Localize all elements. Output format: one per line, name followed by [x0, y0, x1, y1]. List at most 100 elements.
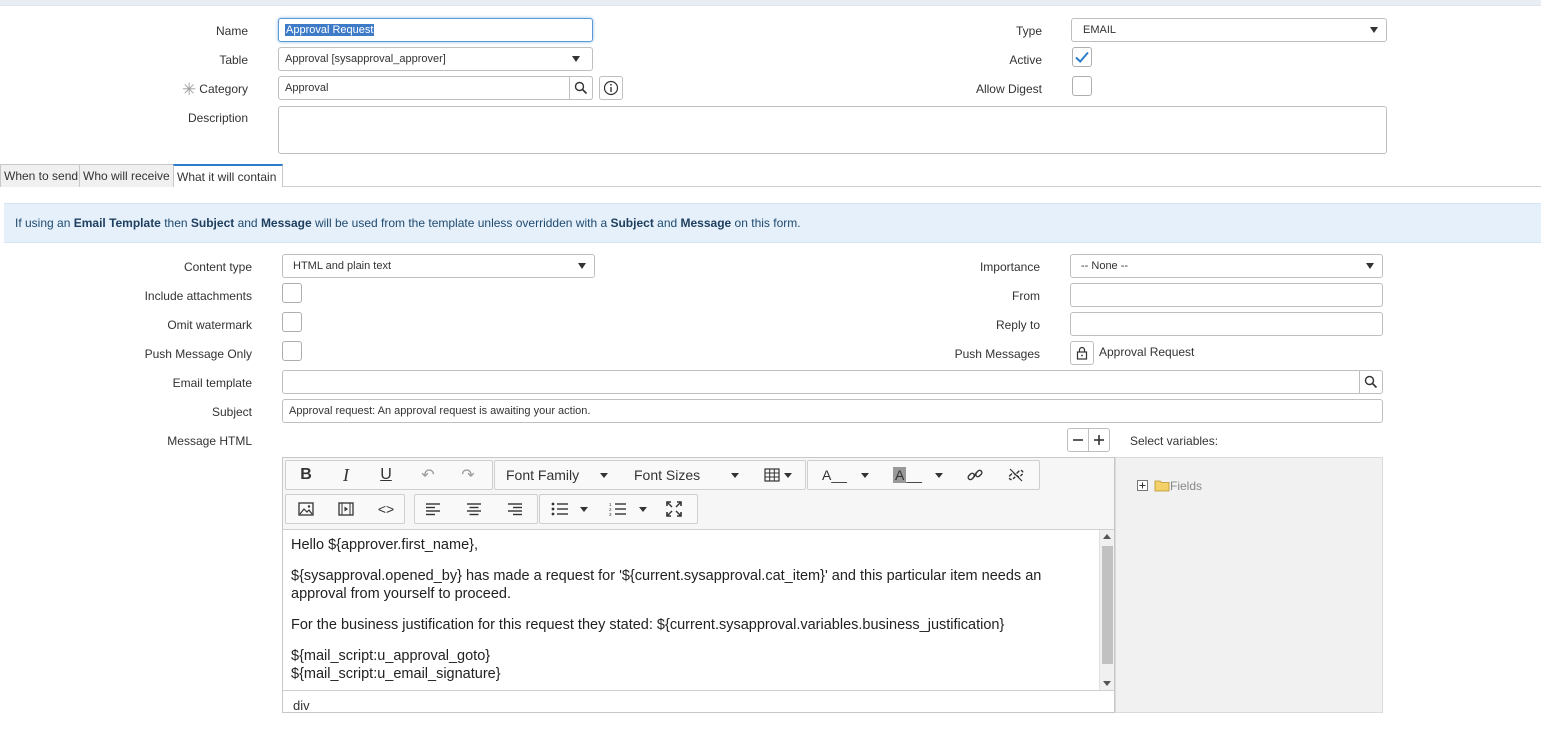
plus-icon: [1094, 435, 1104, 445]
editor-content-area[interactable]: Hello ${approver.first_name}, ${sysappro…: [283, 530, 1098, 690]
importance-select-value: -- None --: [1081, 260, 1129, 272]
tab-what-it-will-contain[interactable]: What it will contain: [173, 164, 283, 187]
active-label: Active: [1009, 53, 1042, 67]
allow-digest-label: Allow Digest: [975, 82, 1042, 96]
active-checkbox[interactable]: [1072, 47, 1092, 67]
chevron-down-icon: [784, 472, 792, 478]
importance-select[interactable]: -- None --: [1070, 254, 1383, 278]
push-messages-label: Push Messages: [954, 347, 1040, 361]
image-icon[interactable]: [292, 495, 320, 523]
editor-paragraph: For the business justification for this …: [291, 617, 1005, 633]
email-template-input[interactable]: [282, 370, 1360, 394]
info-text: and: [653, 216, 681, 230]
info-banner: If using an Email Template then Subject …: [4, 203, 1541, 243]
category-input[interactable]: Approval: [278, 76, 593, 100]
omit-watermark-label: Omit watermark: [167, 318, 252, 332]
collapse-editor-button[interactable]: [1067, 428, 1089, 452]
chevron-down-icon: [600, 473, 608, 478]
chevron-down-icon: [1370, 27, 1378, 33]
bold-icon[interactable]: B: [292, 461, 320, 489]
category-input-value: Approval: [285, 82, 329, 94]
table-icon[interactable]: [761, 461, 795, 489]
list-group: 123: [539, 494, 698, 524]
select-variables-label: Select variables:: [1130, 434, 1219, 448]
chevron-down-icon: [935, 473, 943, 478]
text-color-button[interactable]: A__: [822, 461, 847, 489]
bullet-list-icon[interactable]: [546, 495, 574, 523]
scrollbar-thumb[interactable]: [1102, 546, 1113, 664]
subject-label: Subject: [211, 405, 252, 419]
include-attachments-checkbox[interactable]: [282, 283, 302, 303]
subject-input[interactable]: Approval request: An approval request is…: [282, 399, 1383, 423]
name-input[interactable]: Approval Request: [278, 18, 593, 42]
email-template-label: Email template: [172, 376, 252, 390]
align-center-icon[interactable]: [460, 495, 488, 523]
top-strip: [0, 0, 1541, 6]
info-icon: [603, 80, 619, 96]
info-text: will be used from the template unless ov…: [311, 216, 611, 230]
scroll-up-arrow-icon[interactable]: [1103, 534, 1111, 539]
editor-paragraph: Hello ${approver.first_name},: [291, 537, 478, 553]
minus-icon: [1073, 439, 1083, 441]
omit-watermark-checkbox[interactable]: [282, 312, 302, 332]
italic-icon[interactable]: I: [332, 461, 360, 489]
include-attachments-label: Include attachments: [144, 289, 252, 303]
expand-tree-icon[interactable]: [1137, 480, 1148, 491]
email-template-lookup-button[interactable]: [1359, 370, 1383, 394]
redo-icon[interactable]: ↷: [454, 461, 482, 489]
tab-who-will-receive[interactable]: Who will receive: [79, 164, 174, 187]
expand-editor-button[interactable]: [1088, 428, 1110, 452]
insert-group: <>: [285, 494, 405, 524]
content-type-select-value: HTML and plain text: [293, 260, 392, 272]
allow-digest-checkbox[interactable]: [1072, 76, 1092, 96]
background-color-button[interactable]: A __: [893, 461, 922, 489]
editor-toolbar-row-2: <> 123: [283, 492, 1114, 530]
link-icon[interactable]: [960, 461, 990, 489]
info-bold-message: Message: [680, 216, 732, 230]
media-icon[interactable]: [332, 495, 360, 523]
source-code-icon[interactable]: <>: [372, 495, 400, 523]
align-left-icon[interactable]: [419, 495, 447, 523]
type-label: Type: [1015, 24, 1042, 38]
chevron-down-icon: [639, 507, 647, 512]
lock-icon: [1076, 346, 1088, 360]
reply-to-input[interactable]: [1070, 312, 1383, 336]
chevron-down-icon: [1366, 263, 1374, 269]
fullscreen-icon[interactable]: [660, 495, 688, 523]
undo-icon[interactable]: ↶: [414, 461, 442, 489]
section-tabs: When to send Who will receive What it wi…: [0, 164, 1541, 187]
align-right-icon[interactable]: [501, 495, 529, 523]
editor-statusbar: div: [283, 690, 1114, 713]
info-bold-subject: Subject: [190, 216, 235, 230]
content-type-select[interactable]: HTML and plain text: [282, 254, 595, 278]
description-textarea[interactable]: [278, 106, 1387, 154]
folder-icon: [1154, 480, 1170, 492]
numbered-list-icon[interactable]: 123: [604, 495, 632, 523]
scroll-down-arrow-icon[interactable]: [1103, 681, 1111, 686]
table-select[interactable]: Approval [sysapproval_approver]: [278, 47, 593, 71]
category-info-button[interactable]: [599, 76, 623, 100]
reply-to-label: Reply to: [995, 318, 1040, 332]
element-path[interactable]: div: [293, 698, 310, 713]
message-html-editor: B I U ↶ ↷ Font Family Font Sizes A__ A __: [282, 457, 1115, 713]
editor-scrollbar[interactable]: [1099, 530, 1114, 690]
category-lookup-button[interactable]: [569, 76, 593, 100]
push-message-only-label: Push Message Only: [144, 347, 252, 361]
underline-icon[interactable]: U: [372, 461, 400, 489]
tab-when-to-send[interactable]: When to send: [0, 164, 80, 187]
chevron-down-icon: [580, 507, 588, 512]
font-sizes-dropdown[interactable]: Font Sizes: [634, 461, 700, 489]
info-bold-message: Message: [260, 216, 312, 230]
type-select-value: EMAIL: [1083, 24, 1117, 36]
fields-tree-node[interactable]: Fields: [1170, 479, 1202, 493]
info-text: If using an: [15, 216, 74, 230]
from-input[interactable]: [1070, 283, 1383, 307]
table-label: Table: [219, 53, 248, 67]
type-select[interactable]: EMAIL: [1071, 18, 1387, 42]
font-family-dropdown[interactable]: Font Family: [506, 461, 579, 489]
editor-line: ${mail_script:u_approval_goto}: [291, 648, 491, 664]
chevron-down-icon: [572, 56, 580, 62]
unlink-icon[interactable]: [1001, 461, 1031, 489]
push-message-only-checkbox[interactable]: [282, 341, 302, 361]
push-messages-unlock-button[interactable]: [1070, 341, 1094, 365]
